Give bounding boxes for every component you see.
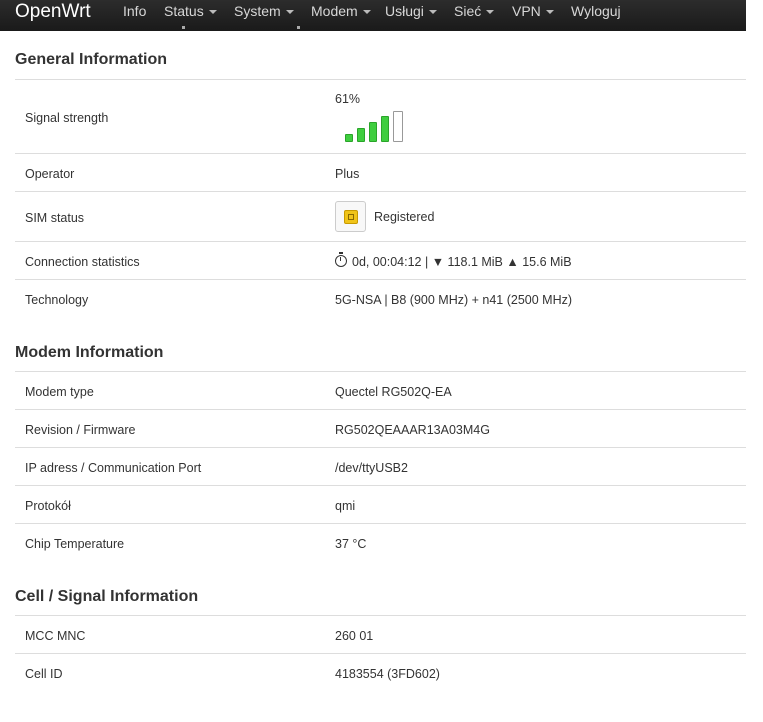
stopwatch-icon [335, 252, 347, 267]
menu-item-label: Wyloguj [571, 3, 621, 19]
technology-value: 5G-NSA | B8 (900 MHz) + n41 (2500 MHz) [335, 293, 573, 307]
menu-item-services[interactable]: Usługi [385, 3, 437, 19]
connection-statistics-label: Connection statistics [25, 255, 140, 269]
row-sim-status: SIM status Registered [15, 191, 746, 242]
chevron-down-icon [208, 10, 217, 15]
signal-percent: 61% [335, 92, 361, 106]
top-navbar: OpenWrt Info Status System Modem Usługi … [0, 0, 746, 32]
chevron-down-icon [428, 10, 437, 15]
signal-bar [345, 134, 353, 142]
connection-statistics-text: 0d, 00:04:12 | ▼ 118.1 MiB ▲ 15.6 MiB [352, 255, 572, 269]
menu-item-label: System [234, 3, 281, 19]
menu-item-label: Modem [311, 3, 358, 19]
row-mcc-mnc: MCC MNC 260 01 [15, 615, 746, 654]
row-operator: Operator Plus [15, 153, 746, 192]
menu-item-status[interactable]: Status [164, 3, 217, 19]
menu-item-vpn[interactable]: VPN [512, 3, 554, 19]
menu-item-label: Status [164, 3, 204, 19]
row-connection-statistics: Connection statistics 0d, 00:04:12 | ▼ 1… [15, 241, 746, 280]
row-modem-type: Modem type Quectel RG502Q-EA [15, 371, 746, 410]
sim-status-value: Registered [374, 210, 435, 224]
menu-item-system[interactable]: System [234, 3, 294, 19]
firmware-value: RG502QEAAAR13A03M4G [335, 423, 490, 437]
chip-temperature-label: Chip Temperature [25, 537, 125, 551]
modem-type-value: Quectel RG502Q-EA [335, 385, 452, 399]
modem-type-label: Modem type [25, 385, 94, 399]
firmware-label: Revision / Firmware [25, 423, 136, 437]
sim-chip [344, 210, 358, 224]
sim-status-label: SIM status [25, 211, 85, 225]
chevron-down-icon [486, 10, 495, 15]
menu-item-label: Info [123, 3, 147, 19]
menu-item-label: Usługi [385, 3, 424, 19]
signal-strength-label: Signal strength [25, 111, 109, 125]
row-cell-id: Cell ID 4183554 (3FD602) [15, 653, 746, 692]
divider [297, 26, 300, 29]
menu-item-modem[interactable]: Modem [311, 3, 371, 19]
chevron-down-icon [545, 10, 554, 15]
menu-item-info[interactable]: Info [123, 3, 146, 19]
chevron-down-icon [362, 10, 371, 15]
row-port: IP adress / Communication Port /dev/ttyU… [15, 447, 746, 486]
technology-label: Technology [25, 293, 89, 307]
brand-logo[interactable]: OpenWrt [15, 0, 91, 25]
section-title-cell: Cell / Signal Information [15, 588, 199, 605]
section-title-general: General Information [15, 51, 168, 68]
row-technology: Technology 5G-NSA | B8 (900 MHz) + n41 (… [15, 279, 746, 318]
sim-card-icon [335, 201, 366, 232]
signal-bar [393, 111, 403, 142]
port-label: IP adress / Communication Port [25, 461, 202, 475]
row-protocol: Protokół qmi [15, 485, 746, 524]
mcc-mnc-label: MCC MNC [25, 629, 86, 643]
row-chip-temperature: Chip Temperature 37 °C [15, 523, 746, 562]
menu-item-logout[interactable]: Wyloguj [571, 3, 621, 19]
divider [182, 26, 185, 29]
clipped-content-strip [0, 26, 746, 36]
chevron-down-icon [285, 10, 294, 15]
port-value: /dev/ttyUSB2 [335, 461, 408, 475]
signal-bar [369, 122, 377, 142]
signal-bar [381, 116, 389, 142]
signal-bars-icon [331, 110, 411, 142]
mcc-mnc-value: 260 01 [335, 629, 374, 643]
connection-statistics-value: 0d, 00:04:12 | ▼ 118.1 MiB ▲ 15.6 MiB [335, 252, 572, 269]
signal-bar [357, 128, 365, 142]
protocol-value: qmi [335, 499, 356, 513]
menu-item-label: VPN [512, 3, 541, 19]
protocol-label: Protokół [25, 499, 71, 513]
chip-temperature-value: 37 °C [335, 537, 367, 551]
cell-id-label: Cell ID [25, 667, 63, 681]
section-title-modem: Modem Information [15, 344, 164, 361]
menu-item-network[interactable]: Sieć [454, 3, 495, 19]
operator-value: Plus [335, 167, 360, 181]
row-firmware: Revision / Firmware RG502QEAAAR13A03M4G [15, 409, 746, 448]
menu-item-label: Sieć [454, 3, 482, 19]
cell-id-value: 4183554 (3FD602) [335, 667, 440, 681]
operator-label: Operator [25, 167, 75, 181]
